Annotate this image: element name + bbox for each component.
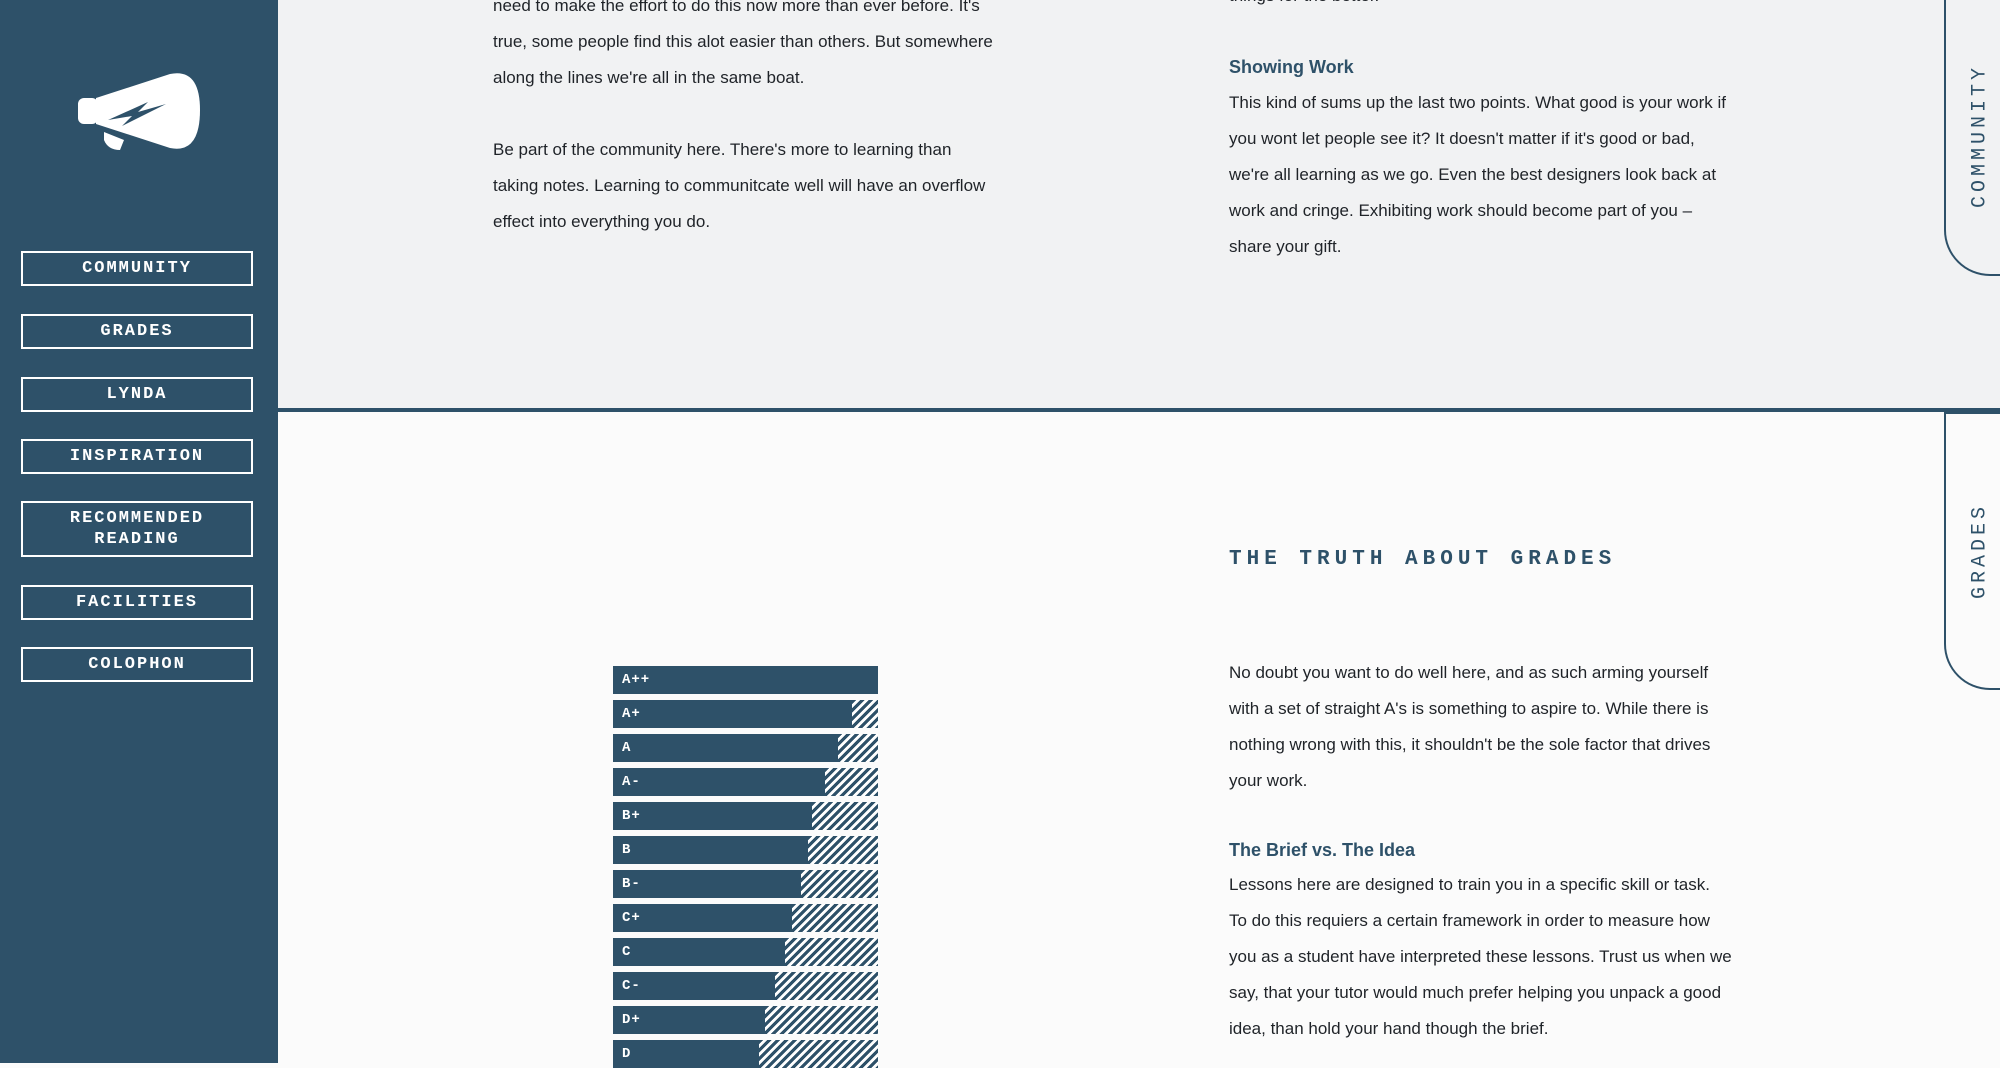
grade-bar-hatch: [808, 836, 878, 864]
brief-paragraph: Lessons here are designed to train you i…: [1229, 867, 1732, 1047]
text-line: effect into everything you do.: [493, 212, 711, 231]
grade-bar-hatch: [765, 1006, 878, 1034]
grades-title: THE TRUTH ABOUT GRADES: [1229, 548, 1617, 571]
side-tab-grades[interactable]: GRADES: [1944, 412, 2000, 690]
side-tab-label: GRADES: [1968, 502, 1992, 600]
sidebar: COMMUNITY GRADES LYNDA INSPIRATION RECOM…: [0, 0, 278, 1063]
grade-bar-hatch: [852, 700, 878, 728]
megaphone-icon[interactable]: [78, 70, 200, 152]
nav-inspiration[interactable]: INSPIRATION: [21, 439, 253, 474]
grade-bar: C: [613, 938, 878, 966]
grade-bar-label: C: [622, 944, 632, 960]
grade-bar-hatch: [759, 1040, 878, 1068]
nav-community[interactable]: COMMUNITY: [21, 251, 253, 286]
community-paragraph: need to make the effort to do this now m…: [493, 0, 993, 96]
grade-bar-hatch: [775, 972, 878, 1000]
grade-bar-label: C-: [622, 978, 641, 994]
grade-bar-label: A: [622, 740, 632, 756]
text-line: To do this requiers a certain framework …: [1229, 911, 1710, 930]
grade-bar: A+: [613, 700, 878, 728]
text-line: Be part of the community here. There's m…: [493, 140, 952, 159]
side-tab-label: COMMUNITY: [1968, 63, 1992, 209]
brief-heading: The Brief vs. The Idea: [1229, 840, 1416, 860]
grade-bar: D: [613, 1040, 878, 1068]
grade-bar: B+: [613, 802, 878, 830]
grade-bar: A-: [613, 768, 878, 796]
text-line: This kind of sums up the last two points…: [1229, 93, 1726, 112]
showing-work-paragraph: This kind of sums up the last two points…: [1229, 85, 1726, 265]
text-line: work and cringe. Exhibiting work should …: [1229, 201, 1693, 220]
grade-bar: B: [613, 836, 878, 864]
section-divider: [278, 408, 2000, 412]
grade-bar-hatch: [792, 904, 878, 932]
side-tab-community[interactable]: COMMUNITY: [1944, 0, 2000, 276]
showing-work-heading: Showing Work: [1229, 57, 1354, 77]
grade-bar-label: A++: [622, 672, 651, 688]
grades-intro-paragraph: No doubt you want to do well here, and a…: [1229, 655, 1710, 799]
community-paragraph: Be part of the community here. There's m…: [493, 132, 985, 240]
text-line: along the lines we're all in the same bo…: [493, 68, 805, 87]
text-line: you as a student have interpreted these …: [1229, 947, 1732, 966]
text-line: you wont let people see it? It doesn't m…: [1229, 129, 1695, 148]
grade-bar-hatch: [825, 768, 878, 796]
text-line: we're all learning as we go. Even the be…: [1229, 165, 1717, 184]
nav-colophon[interactable]: COLOPHON: [21, 647, 253, 682]
text-line: No doubt you want to do well here, and a…: [1229, 663, 1709, 682]
nav-lynda[interactable]: LYNDA: [21, 377, 253, 412]
community-paragraph-tail: things for the better.: [1229, 0, 1379, 14]
text-line: say, that your tutor would much prefer h…: [1229, 983, 1722, 1002]
grade-bar-hatch: [812, 802, 878, 830]
grade-bar-label: B+: [622, 808, 641, 824]
nav-grades[interactable]: GRADES: [21, 314, 253, 349]
grade-bar-label: B: [622, 842, 632, 858]
grade-bar: B-: [613, 870, 878, 898]
grade-bar-label: D+: [622, 1012, 641, 1028]
grade-bar-label: B-: [622, 876, 641, 892]
text-line: nothing wrong with this, it shouldn't be…: [1229, 735, 1711, 754]
nav-recommended-reading[interactable]: RECOMMENDED READING: [21, 501, 253, 557]
text-line: things for the better.: [1229, 0, 1379, 14]
text-line: Lessons here are designed to train you i…: [1229, 875, 1710, 894]
text-line: taking notes. Learning to communitcate w…: [493, 176, 986, 195]
grade-bar-hatch: [838, 734, 878, 762]
text-line: need to make the effort to do this now m…: [493, 0, 980, 15]
text-line: share your gift.: [1229, 237, 1342, 256]
grade-bar-hatch: [785, 938, 878, 966]
text-line: your work.: [1229, 771, 1308, 790]
nav-facilities[interactable]: FACILITIES: [21, 585, 253, 620]
text-line: true, some people find this alot easier …: [493, 32, 993, 51]
text-line: idea, than hold your hand though the bri…: [1229, 1019, 1549, 1038]
grade-bar: D+: [613, 1006, 878, 1034]
grade-bar: C-: [613, 972, 878, 1000]
grade-bar: A: [613, 734, 878, 762]
grade-bar: A++: [613, 666, 878, 694]
grade-bar-label: D: [622, 1046, 632, 1062]
grade-bar-label: A+: [622, 706, 641, 722]
grade-bar-label: A-: [622, 774, 641, 790]
grade-bar-label: C+: [622, 910, 641, 926]
text-line: with a set of straight A's is something …: [1229, 699, 1709, 718]
grade-bar: C+: [613, 904, 878, 932]
grade-bar-hatch: [801, 870, 878, 898]
